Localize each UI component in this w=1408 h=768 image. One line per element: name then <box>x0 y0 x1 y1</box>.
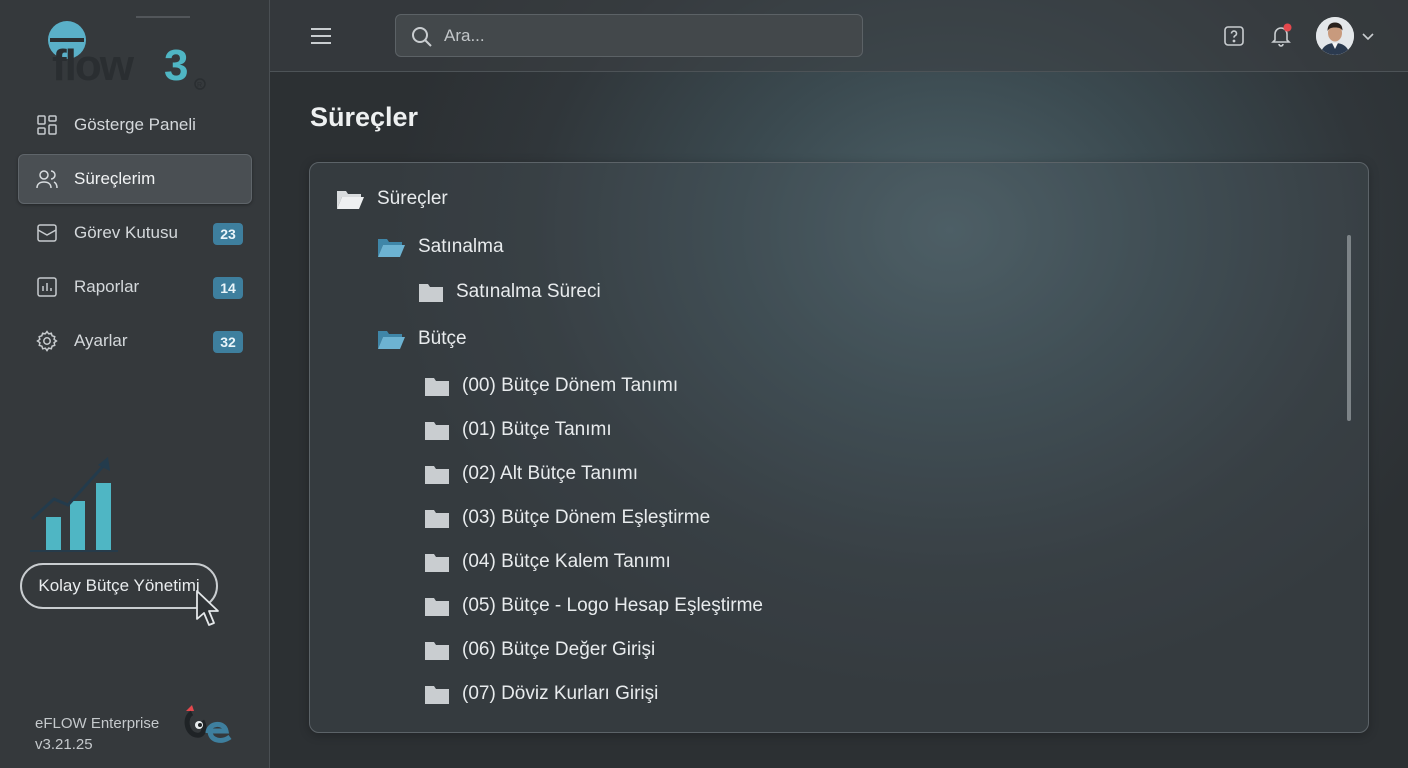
svg-text:R: R <box>197 82 202 89</box>
process-tree: Süreçler Satınalma Satınalma Süreci Bütç… <box>309 162 1369 733</box>
search-input[interactable] <box>444 15 844 56</box>
chevron-down-icon[interactable] <box>1360 28 1376 44</box>
folder-icon <box>418 281 444 303</box>
version-info: eFLOW Enterprise v3.21.25 <box>35 713 159 755</box>
count-badge: 23 <box>213 223 243 245</box>
cursor-arrow-icon <box>196 590 219 626</box>
tree-node-item[interactable]: (07) Döviz Kurları Girişi <box>424 683 658 705</box>
gear-icon <box>35 329 59 353</box>
sidebar-item-reports[interactable]: Raporlar 14 <box>18 262 252 312</box>
sidebar-item-label: Gösterge Paneli <box>74 115 196 134</box>
notification-bell-icon[interactable] <box>1268 22 1294 48</box>
svg-text:3: 3 <box>164 41 188 90</box>
tree-node-item[interactable]: (00) Bütçe Dönem Tanımı <box>424 375 678 397</box>
search-icon <box>410 25 434 49</box>
help-icon[interactable] <box>1222 24 1246 48</box>
folder-icon <box>424 595 450 617</box>
folder-open-icon <box>376 327 406 351</box>
tree-node-item[interactable]: (06) Bütçe Değer Girişi <box>424 639 655 661</box>
tree-node-label: (04) Bütçe Kalem Tanımı <box>462 551 671 572</box>
tree-node-label: (01) Bütçe Tanımı <box>462 419 612 440</box>
tree-node-label: Satınalma <box>418 236 504 257</box>
report-chart-icon <box>35 275 59 299</box>
sidebar-item-dashboard[interactable]: Gösterge Paneli <box>18 100 252 150</box>
top-bar <box>270 0 1408 72</box>
search-box[interactable] <box>395 14 863 57</box>
tree-node-label: Süreçler <box>377 188 448 209</box>
tree-node-item[interactable]: (01) Bütçe Tanımı <box>424 419 612 441</box>
tree-node-label: (05) Bütçe - Logo Hesap Eşleştirme <box>462 595 763 616</box>
page-title: Süreçler <box>310 102 419 132</box>
folder-open-icon <box>335 187 365 211</box>
dashboard-grid-icon <box>35 113 59 137</box>
sidebar: flow 3 R Gösterge Paneli Süreçlerim Göre… <box>0 0 270 768</box>
hamburger-menu-icon[interactable] <box>308 24 334 48</box>
tree-node-label: Satınalma Süreci <box>456 281 601 302</box>
tree-node-label: (00) Bütçe Dönem Tanımı <box>462 375 679 396</box>
version-number: v3.21.25 <box>35 736 93 753</box>
tree-node-item[interactable]: Satınalma Süreci <box>418 281 601 303</box>
tree-node-group[interactable]: Satınalma <box>376 235 504 259</box>
scrollbar[interactable] <box>1347 235 1351 421</box>
folder-icon <box>424 507 450 529</box>
budget-promo[interactable]: Kolay Bütçe Yönetimi <box>18 455 228 630</box>
sidebar-item-processes[interactable]: Süreçlerim <box>18 154 252 204</box>
sidebar-item-label: Raporlar <box>74 277 140 296</box>
sidebar-item-label: Görev Kutusu <box>74 223 178 242</box>
tree-node-item[interactable]: (05) Bütçe - Logo Hesap Eşleştirme <box>424 595 763 617</box>
svg-text:flow: flow <box>52 41 135 90</box>
promo-label: Kolay Bütçe Yönetimi <box>20 563 218 609</box>
folder-icon <box>424 683 450 705</box>
sidebar-item-inbox[interactable]: Görev Kutusu 23 <box>18 208 252 258</box>
eflow-logo[interactable]: flow 3 R <box>40 14 215 94</box>
version-name: eFLOW Enterprise <box>35 715 160 732</box>
tree-node-root[interactable]: Süreçler <box>335 187 448 211</box>
folder-icon <box>424 639 450 661</box>
tree-node-item[interactable]: (03) Bütçe Dönem Eşleştirme <box>424 507 710 529</box>
sidebar-item-settings[interactable]: Ayarlar 32 <box>18 316 252 366</box>
tree-node-item[interactable]: (04) Bütçe Kalem Tanımı <box>424 551 671 573</box>
mascot-logo <box>182 703 234 749</box>
tree-node-group[interactable]: Bütçe <box>376 327 467 351</box>
count-badge: 32 <box>213 331 243 353</box>
sidebar-nav: Gösterge Paneli Süreçlerim Görev Kutusu … <box>18 100 252 370</box>
growth-chart-icon <box>30 457 118 552</box>
tree-node-label: (07) Döviz Kurları Girişi <box>462 683 659 704</box>
users-icon <box>35 167 59 191</box>
sidebar-item-label: Süreçlerim <box>74 169 156 188</box>
folder-icon <box>424 419 450 441</box>
folder-icon <box>424 463 450 485</box>
folder-icon <box>424 551 450 573</box>
folder-open-icon <box>376 235 406 259</box>
sidebar-item-label: Ayarlar <box>74 331 128 350</box>
user-avatar[interactable] <box>1316 17 1354 55</box>
count-badge: 14 <box>213 277 243 299</box>
tree-node-label: (06) Bütçe Değer Girişi <box>462 639 656 660</box>
tree-node-item[interactable]: (02) Alt Bütçe Tanımı <box>424 463 638 485</box>
tree-node-label: (02) Alt Bütçe Tanımı <box>462 463 639 484</box>
folder-icon <box>424 375 450 397</box>
tree-node-label: Bütçe <box>418 328 467 349</box>
inbox-icon <box>35 221 59 245</box>
tree-node-label: (03) Bütçe Dönem Eşleştirme <box>462 507 711 528</box>
main-area: Süreçler Süreçler Satınalma Satınalma Sü… <box>270 0 1408 768</box>
